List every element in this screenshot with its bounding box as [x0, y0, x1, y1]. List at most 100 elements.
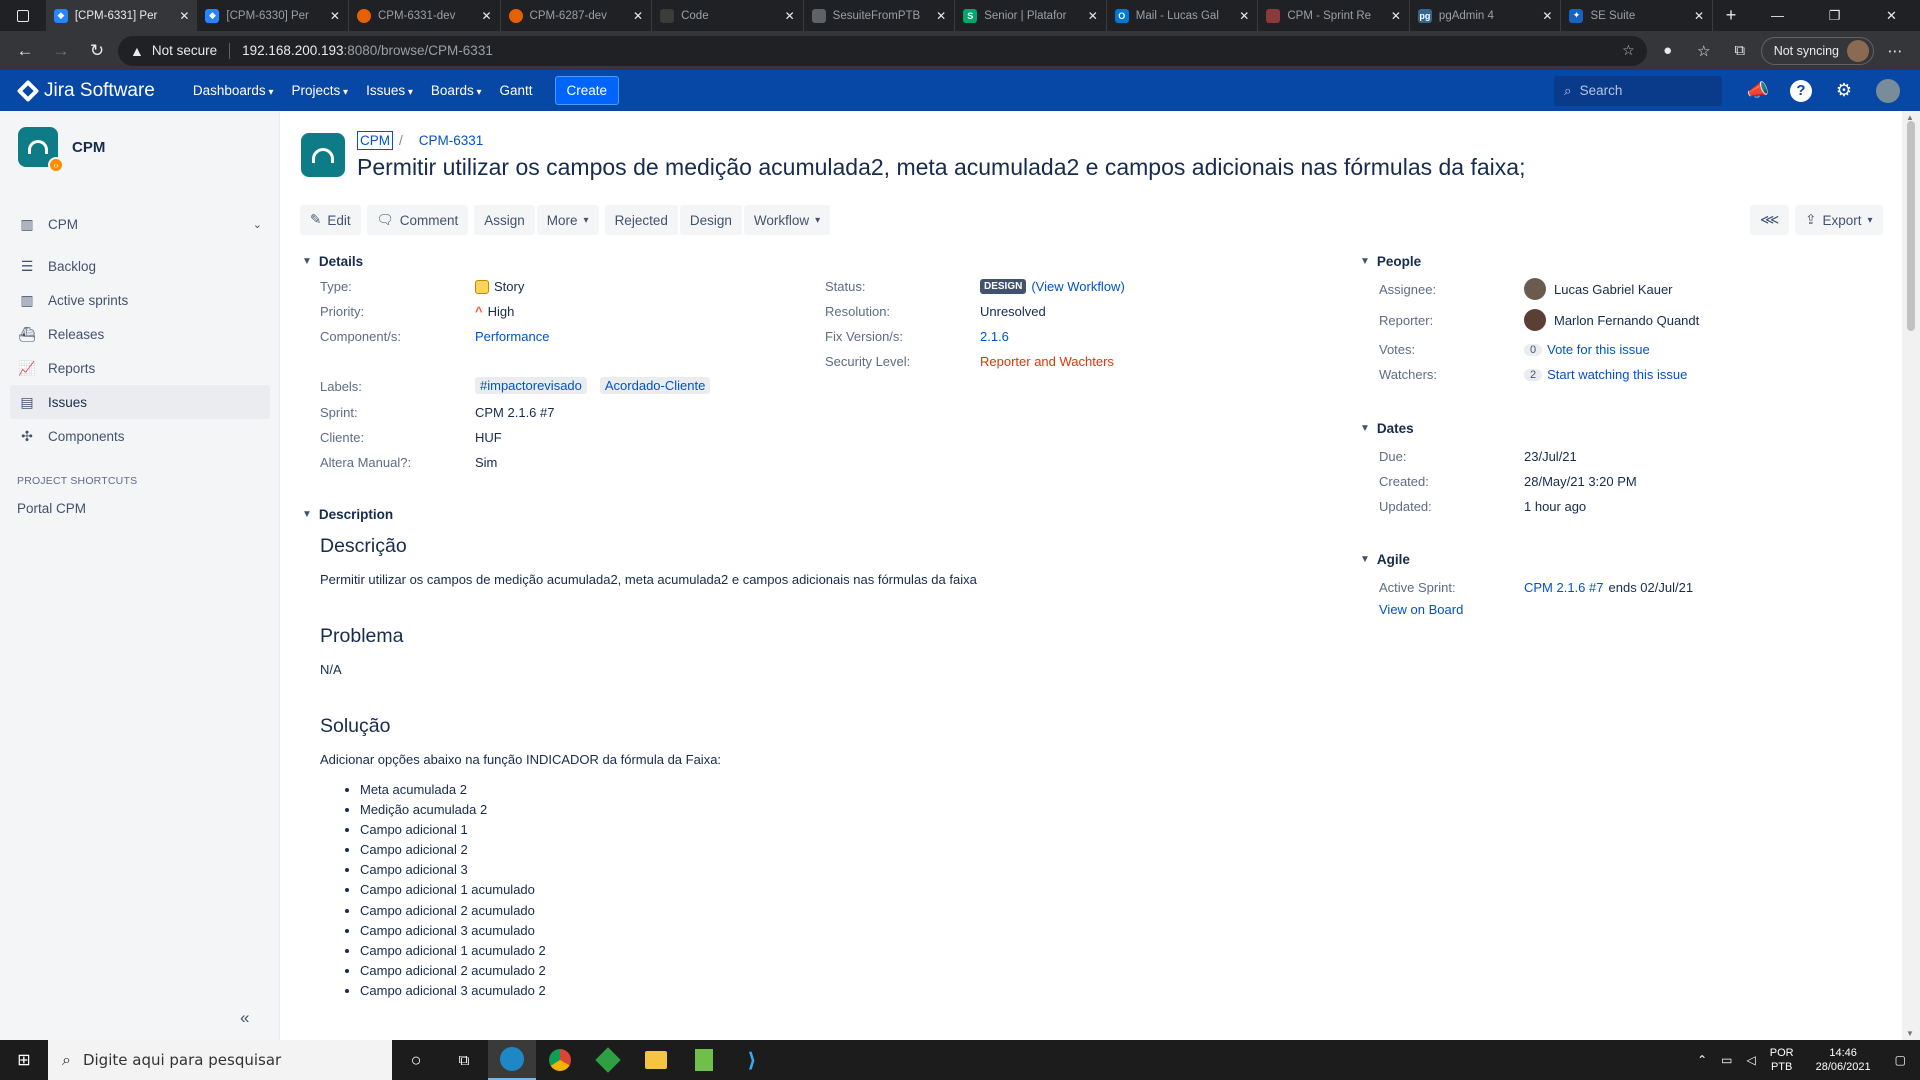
shortcut-link[interactable]: Portal CPM [17, 501, 86, 516]
active-sprint-link[interactable]: CPM 2.1.6 #7 [1524, 580, 1604, 595]
chrome-taskbar-icon[interactable] [536, 1049, 584, 1071]
vscode-taskbar-icon[interactable]: ⟩ [728, 1048, 776, 1073]
sync-button[interactable]: Not syncing [1760, 36, 1874, 65]
sidebar-board-selector[interactable]: ▥ CPM ⌄ [10, 207, 270, 241]
collapse-sidebar-icon[interactable]: « [240, 1008, 249, 1028]
scrollbar-thumb[interactable] [1907, 121, 1915, 331]
close-tab-icon[interactable]: ✕ [936, 9, 946, 23]
sidebar-item-backlog[interactable]: ☰ Backlog [10, 249, 270, 283]
reporter-value[interactable]: Marlon Fernando Quandt [1524, 309, 1699, 331]
close-tab-icon[interactable]: ✕ [1088, 9, 1098, 23]
breadcrumb-issue-key[interactable]: CPM-6331 [419, 133, 484, 148]
notifications-icon[interactable]: 📣 [1746, 79, 1770, 103]
volume-icon[interactable]: ◁ [1747, 1053, 1756, 1067]
people-section-toggle[interactable]: ▼ People [1360, 254, 1421, 269]
more-button[interactable]: More ▾ [536, 205, 599, 235]
scroll-down-icon[interactable]: ▼ [1906, 1029, 1914, 1038]
fix-version-link[interactable]: 2.1.6 [980, 329, 1009, 344]
browser-tab[interactable]: SesuiteFromPTB ✕ [804, 0, 956, 31]
sidebar-item-issues[interactable]: ▤ Issues [10, 385, 270, 419]
extension-icon[interactable]: ● [1653, 42, 1683, 59]
jira-logo[interactable]: Jira Software [16, 79, 155, 102]
workflow-button[interactable]: Workflow ▾ [743, 205, 831, 235]
chevron-up-icon[interactable]: ⌃ [1697, 1053, 1707, 1067]
browser-tab[interactable]: S Senior | Platafor ✕ [955, 0, 1107, 31]
reload-icon[interactable]: ↻ [82, 36, 112, 66]
network-icon[interactable]: ▭ [1721, 1053, 1732, 1067]
close-tab-icon[interactable]: ✕ [1694, 9, 1704, 23]
add-favorite-icon[interactable]: ☆ [1622, 42, 1635, 59]
sidebar-item-reports[interactable]: 📈 Reports [10, 351, 270, 385]
more-menu-icon[interactable]: ⋯ [1880, 42, 1910, 60]
clock[interactable]: 14:46 28/06/2021 [1816, 1046, 1871, 1074]
nav-gantt[interactable]: Gantt [500, 83, 533, 98]
file-explorer-icon[interactable] [632, 1051, 680, 1069]
minimize-icon[interactable]: — [1749, 0, 1806, 31]
forward-icon[interactable]: → [46, 36, 76, 66]
browser-tab[interactable]: CPM-6287-dev ✕ [501, 0, 653, 31]
favorites-icon[interactable]: ☆ [1689, 42, 1719, 60]
label-chip[interactable]: #impactorevisado [475, 377, 587, 394]
nav-boards[interactable]: Boards [431, 83, 482, 98]
assign-button[interactable]: Assign [474, 205, 535, 235]
close-tab-icon[interactable]: ✕ [1542, 9, 1552, 23]
back-icon[interactable]: ← [10, 36, 40, 66]
label-chip[interactable]: Acordado-Cliente [599, 377, 711, 394]
search-input[interactable]: ⌕ Search [1554, 75, 1722, 106]
edge-taskbar-icon[interactable] [488, 1040, 536, 1080]
browser-tab[interactable]: CPM-6331-dev ✕ [349, 0, 501, 31]
close-window-icon[interactable]: ✕ [1863, 0, 1920, 31]
agile-section-toggle[interactable]: ▼ Agile [1360, 552, 1410, 567]
git-taskbar-icon[interactable] [584, 1047, 632, 1073]
sidebar-item-components[interactable]: ✣ Components [10, 419, 270, 453]
description-section-toggle[interactable]: ▼ Description [302, 507, 393, 522]
close-tab-icon[interactable]: ✕ [330, 9, 340, 23]
close-tab-icon[interactable]: ✕ [785, 9, 795, 23]
browser-tab[interactable]: Code ✕ [652, 0, 804, 31]
window-menu-icon[interactable] [0, 0, 46, 31]
url-field[interactable]: ▲ Not secure 192.168.200.193:8080/browse… [118, 35, 1647, 66]
breadcrumb-project[interactable]: CPM [357, 131, 393, 150]
browser-tab[interactable]: O Mail - Lucas Gal ✕ [1107, 0, 1259, 31]
settings-icon[interactable]: ⚙ [1832, 79, 1856, 103]
nav-projects[interactable]: Projects [291, 83, 348, 98]
vote-link[interactable]: Vote for this issue [1547, 342, 1650, 357]
close-tab-icon[interactable]: ✕ [1239, 9, 1249, 23]
nav-dashboards[interactable]: Dashboards [193, 83, 274, 98]
browser-tab[interactable]: ✦ SE Suite ✕ [1561, 0, 1714, 31]
windows-start-icon[interactable]: ⊞ [0, 1040, 48, 1080]
nav-issues[interactable]: Issues [366, 83, 413, 98]
browser-tab[interactable]: CPM - Sprint Re ✕ [1258, 0, 1410, 31]
browser-tab[interactable]: pg pgAdmin 4 ✕ [1410, 0, 1562, 31]
dates-section-toggle[interactable]: ▼ Dates [1360, 421, 1414, 436]
export-button[interactable]: ⇪ Export ▾ [1795, 205, 1883, 235]
notepad-taskbar-icon[interactable] [680, 1049, 728, 1071]
browser-tab[interactable]: ◆ [CPM-6330] Per ✕ [197, 0, 349, 31]
task-view-icon[interactable]: ⧉ [440, 1052, 488, 1069]
project-header[interactable]: ‹› CPM [18, 127, 105, 173]
close-tab-icon[interactable]: ✕ [633, 9, 643, 23]
user-avatar[interactable] [1876, 78, 1900, 103]
close-tab-icon[interactable]: ✕ [481, 9, 491, 23]
details-section-toggle[interactable]: ▼ Details [302, 254, 363, 269]
assignee-value[interactable]: Lucas Gabriel Kauer [1524, 278, 1673, 300]
close-tab-icon[interactable]: ✕ [179, 9, 189, 23]
help-icon[interactable]: ? [1790, 79, 1812, 102]
comment-button[interactable]: 🗨 Comment [366, 205, 469, 235]
restore-icon[interactable]: ❐ [1806, 0, 1863, 31]
page-scrollbar[interactable]: ▲ ▼ [1902, 111, 1920, 1040]
collections-icon[interactable]: ⧉ [1725, 42, 1755, 59]
sidebar-item-active-sprints[interactable]: ▥ Active sprints [10, 283, 270, 317]
create-button[interactable]: Create [554, 76, 620, 105]
sidebar-item-releases[interactable]: ⛴ Releases [10, 317, 270, 351]
component-link[interactable]: Performance [475, 329, 549, 344]
rejected-button[interactable]: Rejected [604, 205, 678, 235]
new-tab-icon[interactable]: + [1713, 0, 1749, 31]
watch-link[interactable]: Start watching this issue [1547, 367, 1687, 382]
share-button[interactable]: ⋘ [1750, 205, 1790, 235]
view-on-board-link[interactable]: View on Board [1379, 602, 1463, 617]
cortana-icon[interactable]: ○ [392, 1050, 440, 1071]
close-tab-icon[interactable]: ✕ [1391, 9, 1401, 23]
view-workflow-link[interactable]: (View Workflow) [1031, 279, 1124, 294]
edit-button[interactable]: ✎ Edit [300, 205, 361, 235]
